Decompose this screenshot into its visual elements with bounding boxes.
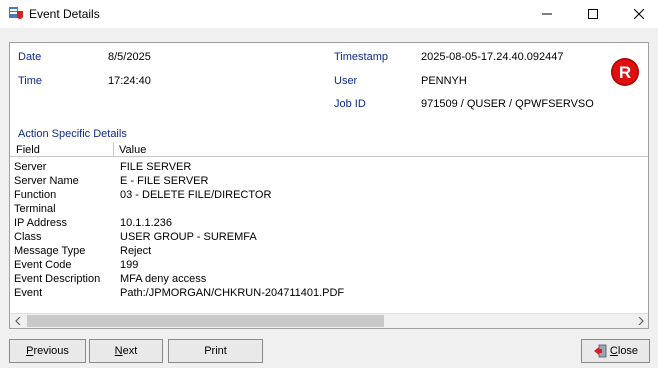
reject-status-icon: R — [610, 57, 640, 87]
detail-field-value: FILE SERVER — [120, 161, 192, 173]
close-icon — [634, 9, 644, 19]
scroll-left-button[interactable] — [10, 313, 25, 328]
minimize-icon — [542, 13, 552, 15]
section-title: Action Specific Details — [18, 128, 127, 140]
chevron-left-icon — [14, 316, 20, 325]
detail-field-value: E - FILE SERVER — [120, 175, 209, 187]
minimize-button[interactable] — [524, 0, 570, 28]
detail-field-name: IP Address — [14, 217, 67, 229]
exit-door-icon — [593, 344, 607, 358]
next-button[interactable]: Next — [89, 339, 163, 363]
detail-field-name: Event — [14, 287, 43, 299]
date-label: Date — [18, 51, 42, 63]
jobid-value: 971509 / QUSER / QPWFSERVSO — [421, 98, 594, 110]
timestamp-label: Timestamp — [334, 51, 388, 63]
jobid-label: Job ID — [334, 98, 366, 110]
close-mnemonic: C — [609, 345, 618, 357]
grid-header — [10, 142, 648, 157]
scroll-right-button[interactable] — [633, 313, 648, 328]
detail-field-value: USER GROUP - SUREMFA — [120, 231, 257, 243]
detail-field-name: Server — [14, 161, 47, 173]
detail-field-name: Function — [14, 189, 57, 201]
column-header-field[interactable]: Field — [16, 144, 40, 156]
previous-button[interactable]: Previous — [9, 339, 86, 363]
event-details-panel — [9, 42, 649, 329]
close-button[interactable]: Close — [581, 339, 650, 363]
detail-field-value: Path:/JPMORGAN/CHKRUN-204711401.PDF — [120, 287, 345, 299]
detail-field-value: 10.1.1.236 — [120, 217, 172, 229]
detail-field-name: Message Type — [14, 245, 86, 257]
detail-field-name: Terminal — [14, 203, 56, 215]
window-title: Event Details — [29, 7, 100, 21]
detail-field-name: Event Description — [14, 273, 101, 285]
scrollbar-thumb[interactable] — [27, 315, 384, 327]
time-label: Time — [18, 75, 43, 87]
detail-field-name: Server Name — [14, 175, 79, 187]
user-value: PENNYH — [421, 75, 467, 87]
detail-field-value: Reject — [120, 245, 152, 257]
print-label: Print — [204, 345, 227, 357]
next-label: ext — [122, 345, 138, 357]
detail-field-value: MFA deny access — [120, 273, 207, 285]
detail-field-value: 199 — [120, 259, 139, 271]
chevron-right-icon — [638, 316, 644, 325]
close-label: lose — [617, 345, 639, 357]
previous-mnemonic: P — [26, 345, 34, 357]
timestamp-value: 2025-08-05-17.24.40.092447 — [421, 51, 564, 63]
app-icon — [9, 6, 24, 22]
user-label: User — [334, 75, 358, 87]
date-value: 8/5/2025 — [108, 51, 151, 63]
maximize-icon — [588, 9, 598, 19]
detail-field-name: Class — [14, 231, 42, 243]
detail-field-value: 03 - DELETE FILE/DIRECTOR — [120, 189, 272, 201]
maximize-button[interactable] — [570, 0, 616, 28]
svg-text:R: R — [619, 63, 631, 82]
column-header-value[interactable]: Value — [119, 144, 146, 156]
next-mnemonic: N — [114, 345, 123, 357]
previous-label: revious — [33, 345, 69, 357]
column-divider[interactable] — [113, 142, 114, 156]
print-button[interactable]: Print — [168, 339, 263, 363]
time-value: 17:24:40 — [108, 75, 151, 87]
detail-field-name: Event Code — [14, 259, 72, 271]
close-window-button[interactable] — [616, 0, 658, 28]
